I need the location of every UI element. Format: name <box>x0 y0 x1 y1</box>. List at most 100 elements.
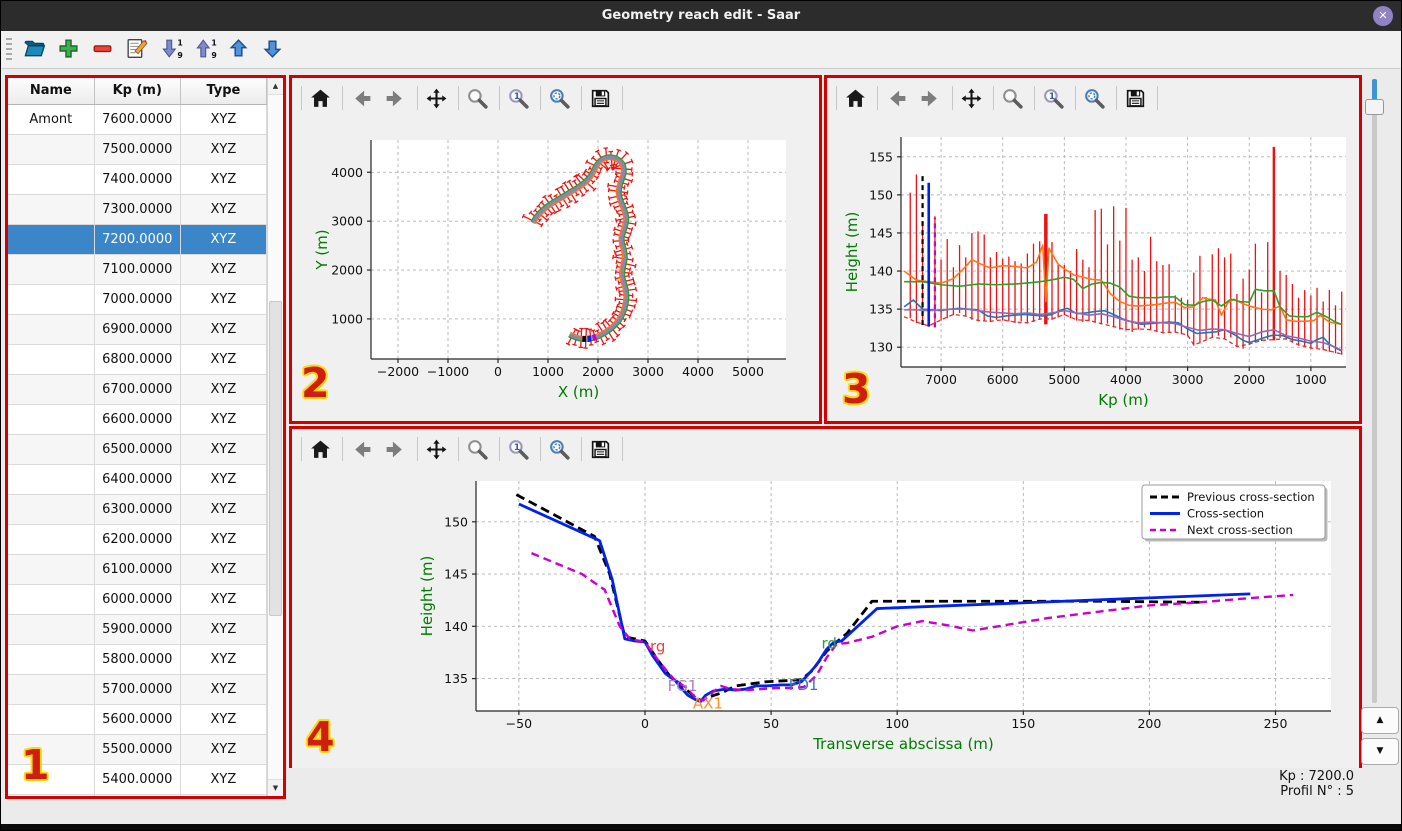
cell-name <box>8 164 95 195</box>
profile-up-button[interactable]: ▲ <box>1361 707 1399 734</box>
move-down-button[interactable] <box>258 33 290 65</box>
forward-button[interactable] <box>380 433 414 465</box>
scroll-down-arrow-icon[interactable]: ▼ <box>268 779 283 796</box>
table-row[interactable]: 5600.0000 XYZ <box>8 704 267 735</box>
zoom-one-button[interactable]: 1 <box>503 82 537 114</box>
forward-button[interactable] <box>380 82 414 114</box>
toolbar-separator <box>417 86 418 110</box>
edit-profile-button[interactable] <box>122 33 154 65</box>
remove-profile-button[interactable] <box>88 33 120 65</box>
table-row[interactable]: 6400.0000 XYZ <box>8 464 267 495</box>
table-row[interactable]: 6900.0000 XYZ <box>8 314 267 345</box>
cell-kp: 7200.0000 <box>94 224 181 255</box>
cell-name <box>8 704 95 735</box>
save-button[interactable] <box>585 433 619 465</box>
zoom-fit-button[interactable] <box>1079 82 1113 114</box>
table-scrollbar-thumb[interactable] <box>269 301 282 616</box>
table-row[interactable]: 6000.0000 XYZ <box>8 584 267 615</box>
sort-ascending-button[interactable]: 19 <box>190 33 222 65</box>
plan-view-plot[interactable]: −2000 −1000 0 1000 2000 3000 4000 5000 1000 2000 3… <box>292 118 819 421</box>
table-row[interactable]: 7300.0000 XYZ <box>8 194 267 225</box>
cell-name <box>8 224 95 255</box>
zoom-button[interactable] <box>462 433 496 465</box>
table-row[interactable]: 7000.0000 XYZ <box>8 284 267 315</box>
open-button[interactable] <box>20 33 52 65</box>
table-header-kp-m-[interactable]: Kp (m) <box>94 78 181 105</box>
add-profile-button[interactable] <box>54 33 86 65</box>
legend-label: Previous cross-section <box>1187 490 1315 504</box>
svg-text:1000: 1000 <box>532 364 564 379</box>
zoom-fit-button[interactable] <box>544 82 578 114</box>
table-row[interactable]: 6200.0000 XYZ <box>8 524 267 555</box>
table-scrollbar[interactable]: ▲ ▼ <box>267 78 283 796</box>
save-button[interactable] <box>1120 82 1154 114</box>
home-button[interactable] <box>840 82 874 114</box>
table-row[interactable]: 7500.0000 XYZ <box>8 134 267 165</box>
table-row[interactable]: 6100.0000 XYZ <box>8 554 267 585</box>
back-button[interactable] <box>346 433 380 465</box>
pan-button[interactable] <box>421 433 455 465</box>
zoom-one-button[interactable]: 1 <box>1038 82 1072 114</box>
folder-open-icon <box>24 40 46 57</box>
table-row[interactable]: 6300.0000 XYZ <box>8 494 267 525</box>
move-up-button[interactable] <box>224 33 256 65</box>
table-row[interactable]: 6500.0000 XYZ <box>8 434 267 465</box>
toolbar-separator <box>622 437 623 461</box>
table-row[interactable]: 7400.0000 XYZ <box>8 164 267 195</box>
table-row[interactable]: Amont 7600.0000 XYZ <box>8 104 267 135</box>
zoom-fit-button[interactable] <box>544 433 578 465</box>
forward-button[interactable] <box>915 82 949 114</box>
cell-kp: 6600.0000 <box>94 404 181 435</box>
zoom-button[interactable] <box>462 82 496 114</box>
toolbar-separator <box>458 437 459 461</box>
sort-descending-button[interactable]: 19 <box>156 33 188 65</box>
pan-button[interactable] <box>421 82 455 114</box>
longitudinal-profile-toolbar: 1 <box>827 78 1359 118</box>
table-header-type[interactable]: Type <box>180 78 267 105</box>
table-row[interactable]: 7200.0000 XYZ <box>8 224 267 255</box>
back-button[interactable] <box>346 82 380 114</box>
back-button[interactable] <box>881 82 915 114</box>
arrow-down-icon <box>263 40 282 58</box>
table-row[interactable]: 6600.0000 XYZ <box>8 404 267 435</box>
cell-name <box>8 464 95 495</box>
home-button[interactable] <box>305 433 339 465</box>
zoom-button[interactable] <box>997 82 1031 114</box>
cell-type: XYZ <box>180 584 267 615</box>
svg-text:−1000: −1000 <box>427 364 469 379</box>
cell-kp: 6900.0000 <box>94 314 181 345</box>
profile-down-button[interactable]: ▼ <box>1361 738 1399 765</box>
profile-slider-track[interactable] <box>1372 79 1377 703</box>
cross-section-plot[interactable]: −50 0 50 100 150 200 250 135 140 145 150 Transverse… <box>292 469 1359 768</box>
cell-name <box>8 794 95 796</box>
profile-slider-handle[interactable] <box>1365 99 1384 115</box>
scroll-up-arrow-icon[interactable]: ▲ <box>268 78 283 95</box>
table-row[interactable]: 6800.0000 XYZ <box>8 344 267 375</box>
table-row[interactable]: 5700.0000 XYZ <box>8 674 267 705</box>
table-row[interactable]: 5900.0000 XYZ <box>8 614 267 645</box>
legend-label: Cross-section <box>1187 507 1264 521</box>
pan-button[interactable] <box>956 82 990 114</box>
toolbar-separator <box>836 86 837 110</box>
longitudinal-profile-plot[interactable]: 7000 6000 5000 4000 3000 2000 1000 130 135 140 145… <box>827 118 1359 421</box>
plot3-ylabel: Height (m) <box>843 212 861 293</box>
table-header-name[interactable]: Name <box>8 78 95 105</box>
home-button[interactable] <box>305 82 339 114</box>
toolbar-grip[interactable] <box>6 37 12 62</box>
cell-name <box>8 614 95 645</box>
legend-label: Next cross-section <box>1187 523 1293 537</box>
svg-text:4000: 4000 <box>682 364 714 379</box>
zoom-one-button[interactable]: 1 <box>503 433 537 465</box>
table-row[interactable]: 7100.0000 XYZ <box>8 254 267 285</box>
svg-text:1000: 1000 <box>331 311 363 326</box>
cell-type: XYZ <box>180 704 267 735</box>
save-button[interactable] <box>585 82 619 114</box>
table-row[interactable]: 5800.0000 XYZ <box>8 644 267 675</box>
close-button[interactable]: ✕ <box>1373 6 1393 26</box>
cell-type: XYZ <box>180 434 267 465</box>
cell-type: XYZ <box>180 794 267 796</box>
table-row[interactable]: 6700.0000 XYZ <box>8 374 267 405</box>
cell-type: XYZ <box>180 464 267 495</box>
svg-text:7000: 7000 <box>925 372 957 387</box>
table-row[interactable]: 5300.0000XYZ <box>8 794 267 796</box>
